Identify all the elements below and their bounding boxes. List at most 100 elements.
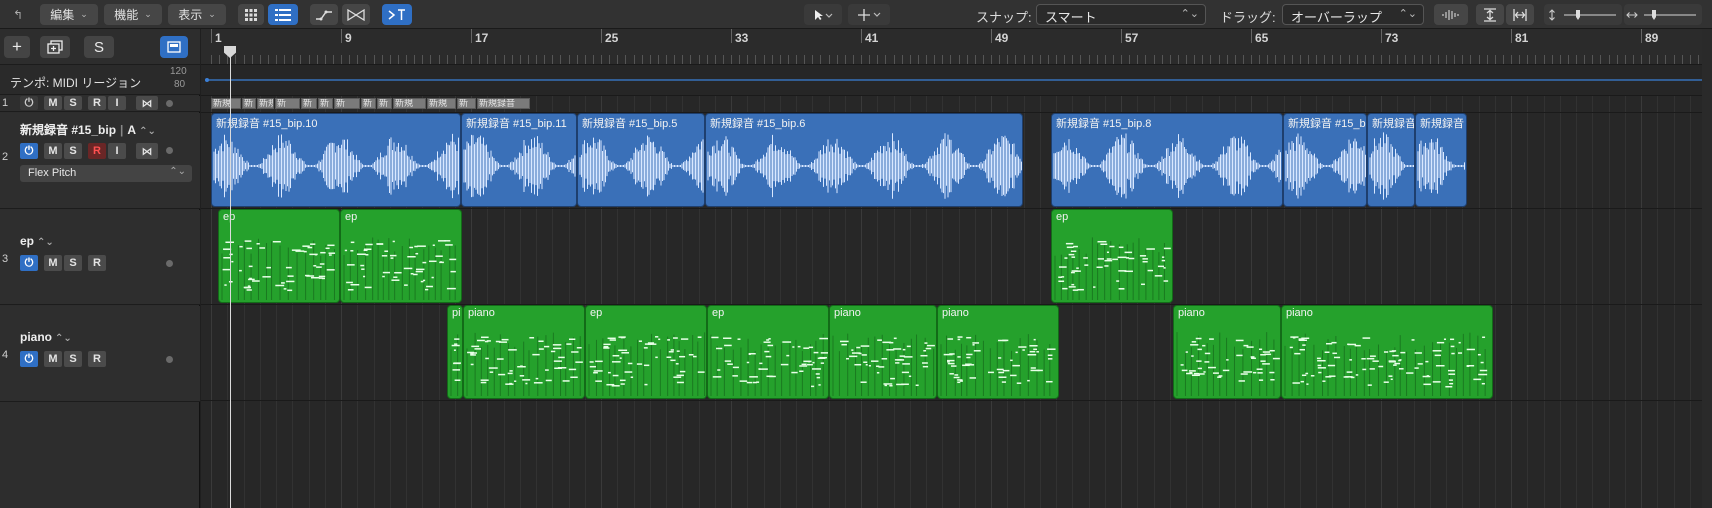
drag-select[interactable]: オーバーラップ ⌃⌄ bbox=[1282, 4, 1424, 25]
power-icon[interactable]: ⏻ bbox=[20, 96, 38, 110]
flex-mode-select[interactable]: Flex Pitch ⌃⌄ bbox=[20, 165, 192, 182]
vertical-scrollbar[interactable] bbox=[1702, 29, 1712, 508]
input-monitor-button[interactable]: I bbox=[108, 96, 126, 110]
track1-region[interactable]: 新 bbox=[242, 98, 256, 109]
duplicate-track-icon[interactable] bbox=[40, 36, 70, 58]
fit-horizontal-icon[interactable] bbox=[1506, 4, 1534, 25]
ruler-subtick bbox=[276, 55, 277, 64]
ruler-subtick bbox=[1332, 55, 1334, 64]
ruler-bar-number: 49 bbox=[995, 31, 1009, 45]
solo-button[interactable]: S bbox=[64, 351, 82, 367]
track1-region[interactable]: 新規 bbox=[427, 98, 456, 109]
back-icon[interactable]: ↰ bbox=[6, 4, 30, 25]
midi-region[interactable]: piano bbox=[1281, 305, 1493, 399]
updown-icon: ⌃⌄ bbox=[1180, 8, 1199, 20]
record-button[interactable]: R bbox=[88, 143, 106, 159]
mute-button[interactable]: M bbox=[44, 96, 62, 110]
flex-icon[interactable] bbox=[342, 4, 370, 25]
midi-region[interactable]: ep bbox=[218, 209, 340, 303]
power-icon[interactable]: ⏻ bbox=[20, 255, 38, 271]
midi-region[interactable]: ep bbox=[707, 305, 829, 399]
flex-toggle-icon[interactable]: ⋈ bbox=[136, 96, 158, 110]
midi-region[interactable]: piano bbox=[937, 305, 1059, 399]
global-tracks-icon[interactable] bbox=[160, 36, 188, 58]
track-header-1[interactable]: 1 ⏻ M S R I ⋈ bbox=[0, 96, 200, 112]
midi-region[interactable]: ep bbox=[585, 305, 707, 399]
solo-button[interactable]: S bbox=[64, 143, 82, 159]
list-view-icon[interactable] bbox=[268, 4, 298, 25]
track1-region[interactable]: 新規録音 bbox=[477, 98, 530, 109]
midi-region[interactable]: piano bbox=[829, 305, 937, 399]
track1-region[interactable]: 新 bbox=[301, 98, 317, 109]
record-button[interactable]: R bbox=[88, 351, 106, 367]
track1-region[interactable]: 新規 bbox=[211, 98, 241, 109]
power-icon[interactable]: ⏻ bbox=[20, 143, 38, 159]
view-menu[interactable]: 表示 ⌄ bbox=[168, 4, 226, 25]
track1-region[interactable]: 新 bbox=[275, 98, 300, 109]
track-name[interactable]: piano ⌃⌄ bbox=[20, 330, 72, 344]
pointer-tool-icon[interactable] bbox=[804, 4, 842, 25]
ruler-subtick bbox=[1316, 55, 1317, 64]
midi-region[interactable]: pi bbox=[447, 305, 463, 399]
ruler-bar-number: 9 bbox=[345, 31, 352, 45]
track1-region[interactable]: 新 bbox=[334, 98, 360, 109]
track-name[interactable]: 新規録音 #15_bip | A ⌃⌄ bbox=[20, 121, 156, 138]
power-icon[interactable]: ⏻ bbox=[20, 351, 38, 367]
snap-select[interactable]: スマート ⌃⌄ bbox=[1036, 4, 1206, 25]
grid-view-icon[interactable] bbox=[238, 4, 264, 25]
mute-button[interactable]: M bbox=[44, 255, 62, 271]
audio-region[interactable]: 新規録音 #15_bip.5 bbox=[577, 113, 705, 207]
midi-region[interactable]: ep bbox=[340, 209, 462, 303]
horizontal-zoom-slider[interactable] bbox=[1624, 4, 1702, 25]
fit-vertical-icon[interactable] bbox=[1476, 4, 1504, 25]
marquee-tool-icon[interactable] bbox=[848, 4, 890, 25]
track1-region[interactable]: 新 bbox=[318, 98, 333, 109]
add-track-button[interactable]: + bbox=[4, 36, 30, 58]
audio-region[interactable]: 新規録音 bbox=[1367, 113, 1415, 207]
functions-menu[interactable]: 機能 ⌄ bbox=[104, 4, 162, 25]
record-button[interactable]: R bbox=[88, 255, 106, 271]
track1-region[interactable]: 新規 bbox=[257, 98, 274, 109]
edit-menu[interactable]: 編集 ⌄ bbox=[40, 4, 98, 25]
arrange-area[interactable]: 新規新新規新新新新新新新規新規新新規録音新規録音 #15_bip.10新規録音 … bbox=[201, 96, 1702, 508]
flex-toggle-icon[interactable]: ⋈ bbox=[136, 143, 158, 159]
bar-ruler[interactable]: 1 9 17 25 33 41 49 57 65 73 81 89 bbox=[201, 29, 1702, 65]
midi-region[interactable]: ep bbox=[1051, 209, 1173, 303]
automation-icon[interactable] bbox=[310, 4, 338, 25]
audio-region[interactable]: 新規録音 #15_bip bbox=[1283, 113, 1367, 207]
solo-button[interactable]: S bbox=[64, 255, 82, 271]
ruler-subtick bbox=[219, 55, 221, 64]
audio-region[interactable]: 新規録音 #15_bip.8 bbox=[1051, 113, 1283, 207]
audio-region[interactable]: 新規録音 #15_bip.11 bbox=[461, 113, 577, 207]
track-name[interactable]: ep ⌃⌄ bbox=[20, 234, 54, 248]
tempo-track-header[interactable]: テンポ: MIDI リージョン 120 80 bbox=[0, 65, 200, 95]
solo-button[interactable]: S bbox=[64, 96, 82, 110]
mute-button[interactable]: M bbox=[44, 351, 62, 367]
ruler-subtick bbox=[1608, 55, 1610, 64]
track1-region[interactable]: 新 bbox=[457, 98, 476, 109]
ruler-subtick bbox=[471, 55, 472, 64]
catch-icon[interactable] bbox=[382, 4, 412, 25]
audio-region[interactable]: 新規録音 #15_bip.6 bbox=[705, 113, 1023, 207]
track1-region[interactable]: 新 bbox=[361, 98, 376, 109]
track-header-4[interactable]: 4 piano ⌃⌄ ⏻ M S R bbox=[0, 306, 200, 402]
audio-region[interactable]: 新規録音 #15_bip.10 bbox=[211, 113, 461, 207]
audio-region[interactable]: 新規録音 bbox=[1415, 113, 1467, 207]
playhead[interactable] bbox=[230, 48, 231, 508]
track1-region[interactable]: 新規 bbox=[393, 98, 426, 109]
track-header-2[interactable]: 2 新規録音 #15_bip | A ⌃⌄ ⏻ M S R I ⋈ Flex Pitc… bbox=[0, 113, 200, 209]
track-header-3[interactable]: 3 ep ⌃⌄ ⏻ M S R bbox=[0, 210, 200, 305]
midi-region[interactable]: piano bbox=[463, 305, 585, 399]
input-monitor-button[interactable]: I bbox=[108, 143, 126, 159]
ruler-tick bbox=[1511, 29, 1512, 43]
track1-region[interactable]: 新 bbox=[377, 98, 392, 109]
global-solo-button[interactable]: S bbox=[84, 36, 114, 58]
mute-button[interactable]: M bbox=[44, 143, 62, 159]
ruler-subtick bbox=[1291, 55, 1293, 64]
tempo-lane[interactable] bbox=[201, 65, 1702, 96]
waveform-zoom-icon[interactable] bbox=[1434, 4, 1468, 25]
ruler-subtick bbox=[1177, 55, 1179, 64]
record-button[interactable]: R bbox=[88, 96, 106, 110]
vertical-zoom-slider[interactable] bbox=[1544, 4, 1622, 25]
midi-region[interactable]: piano bbox=[1173, 305, 1281, 399]
